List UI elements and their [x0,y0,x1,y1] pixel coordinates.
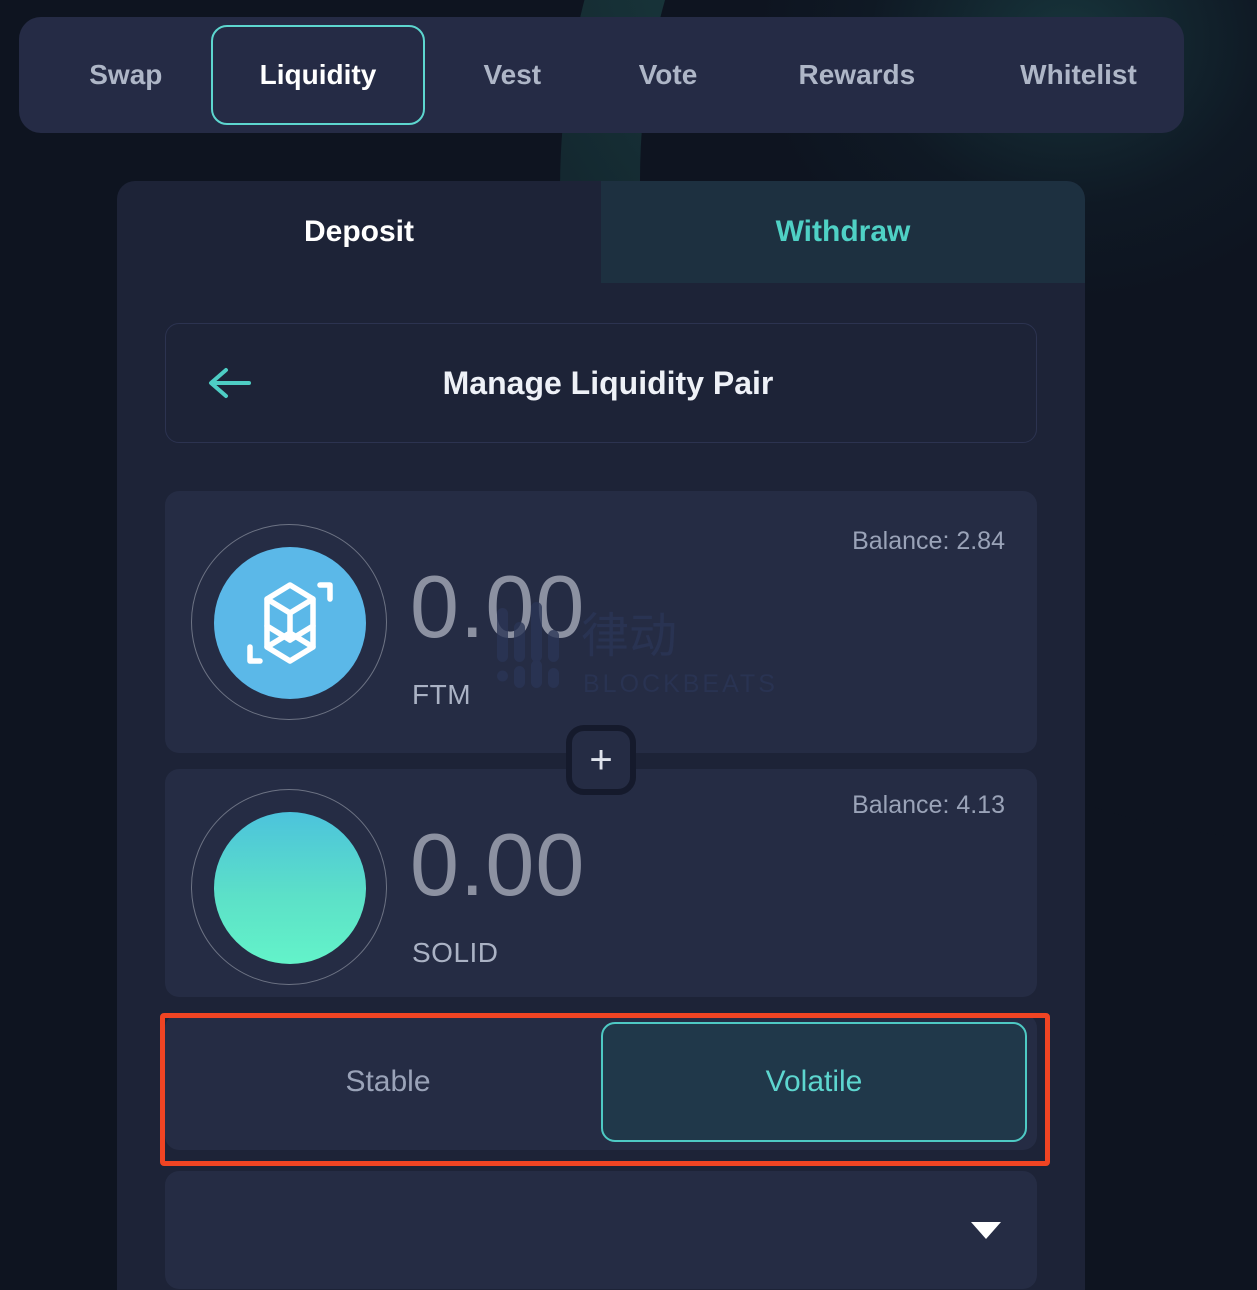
token-input-row-ftm[interactable]: 0.00 FTM Balance: 2.84 [165,491,1037,753]
primary-navigation: Swap Liquidity Vest Vote Rewards Whiteli… [19,17,1184,133]
solid-token-icon [214,812,366,964]
nav-tab-swap[interactable]: Swap [47,25,205,125]
pool-type-selector: Stable Volatile [165,1014,1037,1150]
token-input-row-solid[interactable]: 0.00 SOLID Balance: 4.13 [165,769,1037,997]
fantom-logo-glyph [247,582,333,664]
nav-tab-liquidity[interactable]: Liquidity [210,25,426,125]
token-symbol-ftm: FTM [412,679,472,710]
pool-type-stable-button[interactable]: Stable [175,1022,601,1142]
nav-tab-vest[interactable]: Vest [443,25,581,125]
caret-down-icon [971,1221,1001,1239]
plus-icon: + [589,738,613,782]
deposit-withdraw-tabs: Deposit Withdraw [117,181,1085,283]
token-amount-ftm[interactable]: 0.00 [410,563,585,651]
token-icon-ring [191,524,387,720]
manage-pair-header: Manage Liquidity Pair [165,323,1037,443]
tab-withdraw[interactable]: Withdraw [601,181,1085,283]
page-title: Manage Liquidity Pair [442,364,774,401]
nav-tab-whitelist[interactable]: Whitelist [973,25,1184,125]
token-balance-ftm: Balance: 2.84 [852,527,1005,555]
nav-tab-vote[interactable]: Vote [595,25,740,125]
token-amount-solid[interactable]: 0.00 [410,821,585,909]
token-symbol-solid: SOLID [412,937,499,968]
add-liquidity-button[interactable]: + [566,725,636,795]
nav-tab-rewards[interactable]: Rewards [761,25,953,125]
token-icon-ring [191,789,387,985]
token-balance-solid: Balance: 4.13 [852,791,1005,819]
pool-type-volatile-button[interactable]: Volatile [601,1022,1027,1142]
tab-deposit[interactable]: Deposit [117,181,601,283]
fantom-token-icon [214,547,366,699]
pair-select-dropdown[interactable] [165,1171,1037,1289]
back-button[interactable] [206,366,276,400]
arrow-left-icon [209,368,251,398]
